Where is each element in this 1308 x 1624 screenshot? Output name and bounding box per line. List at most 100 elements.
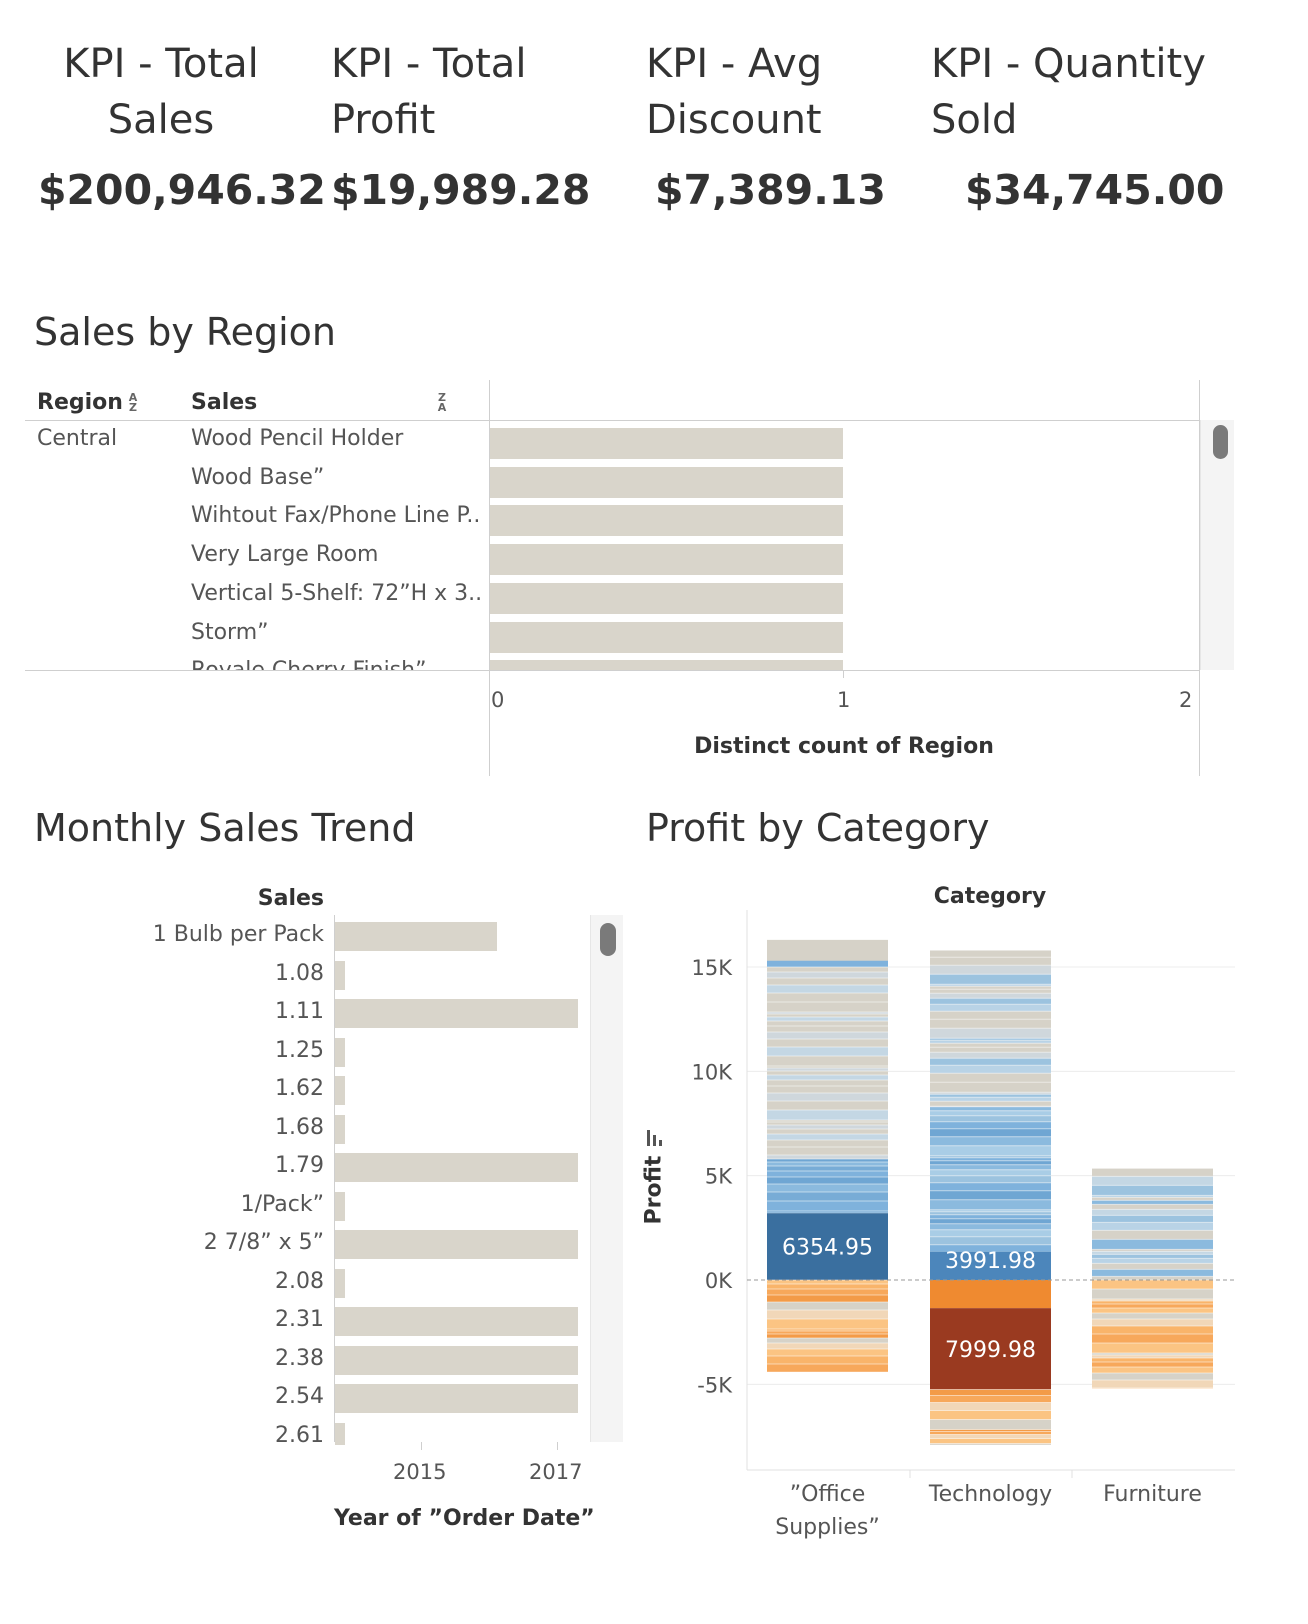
profit-segment[interactable] [1092,1326,1213,1334]
trend-bar[interactable] [335,999,578,1028]
profit-segment[interactable] [1092,1343,1213,1353]
profit-segment[interactable] [767,1338,888,1343]
profit-segment[interactable] [930,1190,1051,1200]
profit-segment[interactable] [1092,1319,1213,1326]
profit-segment[interactable] [767,1086,888,1093]
profit-segment[interactable] [1092,1215,1213,1223]
profit-segment[interactable] [930,1169,1051,1176]
profit-segment[interactable] [930,1121,1051,1129]
profit-segment[interactable] [930,1115,1051,1122]
column-header-region[interactable]: Region [37,390,123,415]
region-bar[interactable] [490,428,843,459]
profit-segment[interactable] [930,1160,1051,1165]
profit-segment[interactable] [1092,1258,1213,1264]
profit-segment[interactable] [1092,1362,1213,1367]
profit-segment[interactable] [767,1319,888,1329]
profit-segment[interactable] [767,1170,888,1177]
profit-segment[interactable] [930,1110,1051,1116]
profit-segment[interactable] [1092,1334,1213,1343]
profit-segment[interactable] [930,1043,1051,1048]
profit-segment[interactable] [930,1419,1051,1430]
sort-az-icon[interactable]: AZ [127,392,139,413]
profit-segment[interactable] [930,1395,1051,1403]
profit-segment[interactable] [767,1047,888,1056]
profit-segment[interactable] [930,1065,1051,1074]
profit-segment[interactable] [767,1284,888,1289]
profit-segment[interactable] [767,1056,888,1066]
profit-segment[interactable] [930,1136,1051,1146]
region-bar[interactable] [490,621,843,653]
profit-segment[interactable] [767,1191,888,1201]
profit-segment[interactable] [767,1147,888,1155]
profit-segment[interactable] [930,1047,1051,1053]
profit-segment[interactable] [1092,1176,1213,1186]
trend-bar[interactable] [335,1268,345,1298]
profit-segment[interactable] [930,1101,1051,1107]
profit-segment[interactable] [930,989,1051,994]
profit-segment[interactable] [930,974,1051,985]
profit-segment[interactable] [767,1080,888,1086]
profit-segment[interactable] [930,1164,1051,1170]
trend-scrollbar-thumb[interactable] [600,923,616,956]
profit-segment[interactable] [1092,1380,1213,1388]
trend-bar[interactable] [335,1191,345,1221]
profit-segment[interactable] [930,1218,1051,1224]
profit-segment[interactable] [767,1200,888,1211]
trend-bar[interactable] [335,922,497,951]
profit-segment[interactable] [767,1071,888,1075]
profit-segment[interactable] [767,1075,888,1080]
profit-segment[interactable] [930,1410,1051,1420]
profit-segment[interactable] [767,1155,888,1159]
trend-bar[interactable] [335,1076,345,1105]
profit-segment[interactable] [767,1017,888,1021]
region-bar[interactable] [490,660,843,670]
profit-segment[interactable] [1092,1373,1213,1380]
profit-segment[interactable] [930,1028,1051,1039]
profit-segment[interactable] [1092,1289,1213,1299]
profit-segment[interactable] [767,967,888,972]
profit-segment[interactable] [930,957,1051,966]
profit-segment[interactable] [767,1101,888,1110]
trend-bar[interactable] [335,1384,578,1413]
region-scrollbar[interactable] [1200,420,1234,670]
profit-segment[interactable] [930,1128,1051,1137]
profit-segment[interactable] [767,1364,888,1372]
profit-segment[interactable] [767,972,888,978]
profit-segment[interactable] [1092,1276,1213,1280]
profit-segment[interactable] [767,1310,888,1319]
profit-segment[interactable] [767,1002,888,1012]
profit-segment[interactable] [930,1004,1051,1012]
profit-segment[interactable] [767,1039,888,1047]
profit-segment[interactable] [930,1019,1051,1029]
profit-segment[interactable] [767,1140,888,1147]
column-header-sales[interactable]: Sales [191,390,257,415]
profit-segment[interactable] [767,1183,888,1192]
profit-segment[interactable] [767,985,888,993]
profit-segment[interactable] [930,965,1051,975]
trend-bar[interactable] [335,1153,578,1182]
profit-segment[interactable] [767,1176,888,1184]
profit-segment[interactable] [930,1145,1051,1156]
profit-segment[interactable] [930,1182,1051,1191]
profit-segment[interactable] [930,1223,1051,1230]
profit-segment[interactable] [767,1026,888,1032]
profit-segment[interactable] [1092,1222,1213,1231]
profit-segment[interactable] [1092,1254,1213,1259]
sort-za-icon[interactable]: ZA [436,392,448,413]
trend-bar[interactable] [335,960,345,990]
region-bar[interactable] [490,466,843,498]
profit-segment[interactable] [767,1280,888,1284]
profit-segment[interactable] [1092,1304,1213,1308]
sort-descending-icon[interactable] [645,1128,665,1150]
profit-segment[interactable] [1092,1367,1213,1373]
profit-segment[interactable] [1092,1308,1213,1313]
profit-segment[interactable] [767,1129,888,1134]
profit-segment[interactable] [767,1343,888,1349]
region-bar[interactable] [490,544,843,576]
profit-segment[interactable] [1092,1200,1213,1205]
profit-segment[interactable] [930,1402,1051,1411]
profit-segment[interactable] [930,1058,1051,1066]
profit-segment[interactable] [1092,1204,1213,1210]
profit-segment[interactable] [767,1295,888,1302]
profit-segment[interactable] [930,1199,1051,1210]
